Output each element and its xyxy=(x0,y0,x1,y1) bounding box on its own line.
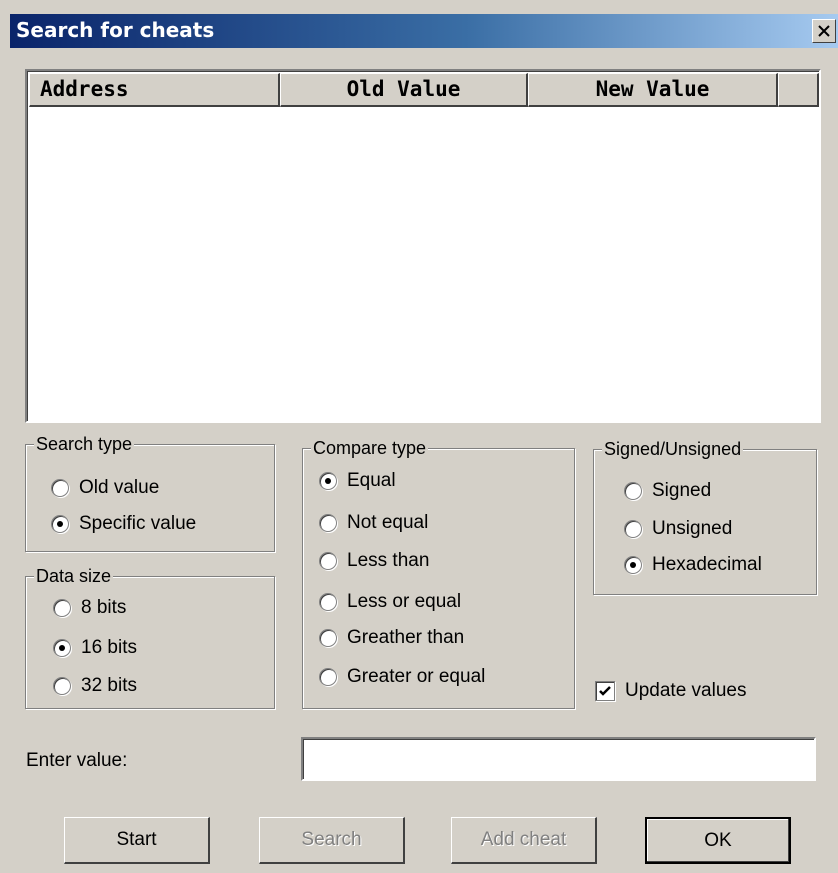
radio-label: Hexadecimal xyxy=(652,554,762,575)
radio-less-than[interactable]: Less than xyxy=(319,548,429,574)
add-cheat-button[interactable]: Add cheat xyxy=(451,817,597,864)
radio-equal[interactable]: Equal xyxy=(319,468,396,494)
column-header-address[interactable]: Address xyxy=(29,73,280,107)
radio-label: 16 bits xyxy=(81,637,137,658)
radio-button[interactable] xyxy=(624,520,642,538)
radio-signed[interactable]: Signed xyxy=(624,478,711,504)
column-header-new-value[interactable]: New Value xyxy=(528,73,778,107)
radio-hexadecimal[interactable]: Hexadecimal xyxy=(624,552,762,578)
start-button[interactable]: Start xyxy=(64,817,210,864)
ok-button[interactable]: OK xyxy=(645,817,791,864)
radio-8-bits[interactable]: 8 bits xyxy=(53,595,126,621)
radio-button[interactable] xyxy=(53,639,71,657)
radio-label: Greater or equal xyxy=(347,666,486,687)
title-bar[interactable]: Search for cheats xyxy=(10,14,838,48)
column-header-old-value[interactable]: Old Value xyxy=(280,73,528,107)
radio-specific-value[interactable]: Specific value xyxy=(51,511,196,537)
signed-unsigned-label: Signed/Unsigned xyxy=(602,438,744,460)
update-values-label: Update values xyxy=(625,680,747,701)
radio-button[interactable] xyxy=(51,515,69,533)
radio-button[interactable] xyxy=(53,599,71,617)
radio-label: Unsigned xyxy=(652,518,733,539)
results-list[interactable]: Address Old Value New Value xyxy=(25,69,821,423)
compare-type-group: Compare type Equal Not equal Less than L… xyxy=(302,437,575,709)
radio-greater-than[interactable]: Greather than xyxy=(319,625,464,651)
cheat-search-dialog: Search for cheats Address Old Value New … xyxy=(0,0,838,873)
radio-button[interactable] xyxy=(319,472,337,490)
radio-label: 32 bits xyxy=(81,675,137,696)
radio-16-bits[interactable]: 16 bits xyxy=(53,635,137,661)
enter-value-label: Enter value: xyxy=(26,750,128,771)
checkbox[interactable] xyxy=(595,681,615,701)
radio-label: 8 bits xyxy=(81,597,127,618)
signed-unsigned-group: Signed/Unsigned Signed Unsigned Hexadeci… xyxy=(593,438,817,595)
list-header: Address Old Value New Value xyxy=(29,73,819,107)
update-values-checkbox[interactable]: Update values xyxy=(595,678,746,704)
radio-label: Equal xyxy=(347,470,396,491)
search-type-group: Search type Old value Specific value xyxy=(25,433,275,552)
radio-label: Signed xyxy=(652,480,712,501)
radio-greater-or-equal[interactable]: Greater or equal xyxy=(319,664,485,690)
radio-unsigned[interactable]: Unsigned xyxy=(624,516,732,542)
radio-not-equal[interactable]: Not equal xyxy=(319,510,428,536)
close-button[interactable] xyxy=(812,19,836,43)
radio-button[interactable] xyxy=(319,514,337,532)
window-title: Search for cheats xyxy=(16,18,215,42)
radio-label: Less or equal xyxy=(347,591,462,612)
radio-button[interactable] xyxy=(319,629,337,647)
radio-old-value[interactable]: Old value xyxy=(51,475,159,501)
search-type-label: Search type xyxy=(34,433,135,455)
column-header-blank[interactable] xyxy=(778,73,819,107)
radio-button[interactable] xyxy=(624,482,642,500)
checkmark-icon xyxy=(599,686,611,696)
radio-32-bits[interactable]: 32 bits xyxy=(53,673,137,699)
radio-label: Not equal xyxy=(347,512,429,533)
radio-label: Specific value xyxy=(79,513,197,534)
radio-label: Less than xyxy=(347,550,430,571)
radio-label: Greather than xyxy=(347,627,465,648)
radio-button[interactable] xyxy=(319,552,337,570)
radio-less-or-equal[interactable]: Less or equal xyxy=(319,589,461,615)
close-icon xyxy=(818,25,830,37)
value-input[interactable] xyxy=(301,737,816,781)
radio-button[interactable] xyxy=(319,593,337,611)
radio-button[interactable] xyxy=(53,677,71,695)
compare-type-label: Compare type xyxy=(311,437,429,459)
search-button[interactable]: Search xyxy=(259,817,405,864)
radio-button[interactable] xyxy=(51,479,69,497)
radio-label: Old value xyxy=(79,477,160,498)
data-size-group: Data size 8 bits 16 bits 32 bits xyxy=(25,565,275,709)
radio-button[interactable] xyxy=(319,668,337,686)
data-size-label: Data size xyxy=(34,565,114,587)
radio-button[interactable] xyxy=(624,556,642,574)
